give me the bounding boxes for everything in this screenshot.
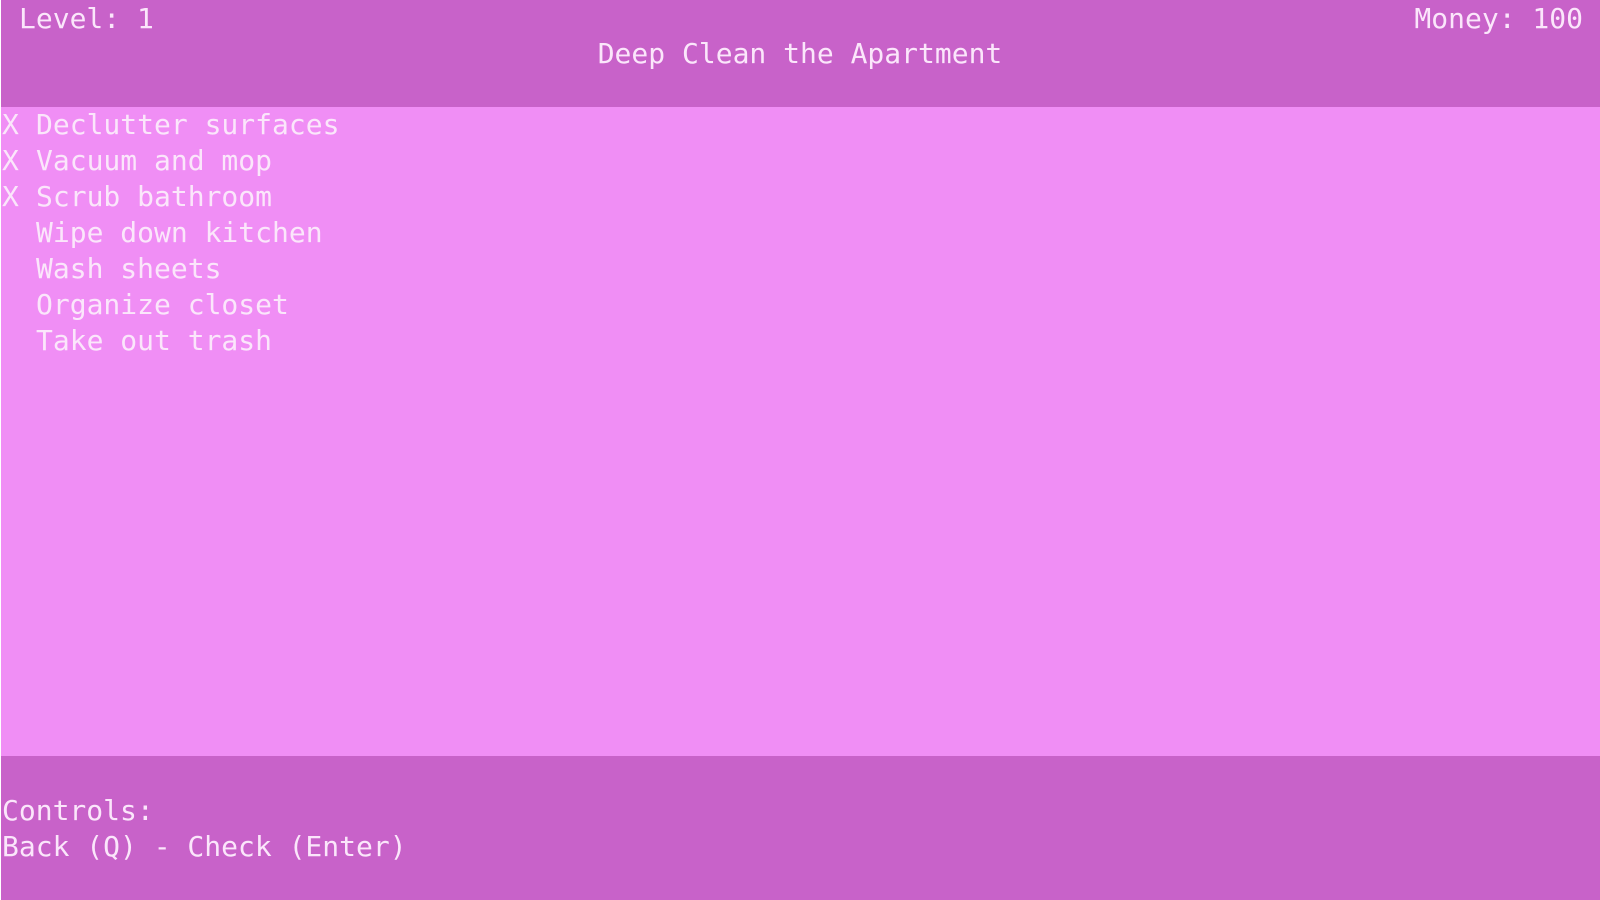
page-title: Deep Clean the Apartment <box>597 37 1003 70</box>
task-label: Wipe down kitchen <box>36 216 323 249</box>
window-edge <box>0 0 1 900</box>
task-item[interactable]: Organize closet <box>1 287 339 323</box>
money-indicator: Money: 100 <box>1414 2 1583 35</box>
task-label: Scrub bathroom <box>36 180 273 213</box>
level-indicator: Level: 1 <box>19 2 154 35</box>
task-check-mark: X <box>2 180 19 213</box>
task-label: Wash sheets <box>36 252 222 285</box>
game-screen: Level: 1 Money: 100 Deep Clean the Apart… <box>0 0 1600 900</box>
task-item[interactable]: X Scrub bathroom <box>1 179 339 215</box>
hud-header: Level: 1 Money: 100 Deep Clean the Apart… <box>0 0 1600 107</box>
controls-hint: Back (Q) - Check (Enter) <box>2 830 407 863</box>
task-panel: X Declutter surfaces X Vacuum and mop X … <box>1 107 1600 756</box>
task-label: Vacuum and mop <box>36 144 273 177</box>
task-item[interactable]: X Declutter surfaces <box>1 107 339 143</box>
task-label: Take out trash <box>36 324 273 357</box>
task-check-mark: X <box>2 108 19 141</box>
task-label: Declutter surfaces <box>36 108 340 141</box>
task-check-mark: X <box>2 144 19 177</box>
task-item[interactable]: Take out trash <box>1 323 339 359</box>
controls-footer: Controls: Back (Q) - Check (Enter) <box>0 756 1600 900</box>
task-list: X Declutter surfaces X Vacuum and mop X … <box>1 107 339 359</box>
task-item[interactable]: Wash sheets <box>1 251 339 287</box>
task-label: Organize closet <box>36 288 289 321</box>
controls-heading: Controls: <box>2 794 154 827</box>
task-item[interactable]: Wipe down kitchen <box>1 215 339 251</box>
task-item[interactable]: X Vacuum and mop <box>1 143 339 179</box>
